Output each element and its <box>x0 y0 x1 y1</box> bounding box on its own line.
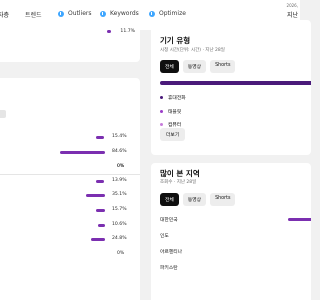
card-title: 기기 유형 <box>160 36 191 45</box>
region-name: 대한민국 <box>160 218 178 223</box>
divider <box>0 174 140 175</box>
legend-dot <box>160 110 163 113</box>
date-year: 2026, <box>286 3 298 8</box>
tab-videos[interactable]: 동영상 <box>182 193 207 206</box>
tab-shorts[interactable]: Shorts <box>210 193 236 206</box>
left-main-card <box>0 78 140 300</box>
bar <box>107 30 111 33</box>
device-type-card: 기기 유형 시청 시간(단위: 시간) · 지난 28일 전체 동영상 Shor… <box>151 20 311 155</box>
region-bar <box>288 218 311 221</box>
tab-shorts[interactable]: Shorts <box>210 60 236 73</box>
bar <box>96 209 105 212</box>
left-chip-stub <box>0 110 6 118</box>
more-button[interactable]: 더보기 <box>160 128 186 141</box>
tab-all[interactable]: 전체 <box>160 193 179 206</box>
card-subtitle: 조회수 · 지난 28일 <box>160 180 197 185</box>
card-subtitle: 시청 시간(단위: 시간) · 지난 28일 <box>160 48 225 53</box>
region-name: 인도 <box>160 234 169 239</box>
bar <box>91 238 105 241</box>
tab-outliers[interactable]: Outliers <box>58 10 92 17</box>
region-name: 파키스탄 <box>160 266 178 271</box>
tab-keywords[interactable]: Keywords <box>100 10 139 17</box>
legend-dot <box>160 123 163 126</box>
card-title: 많이 본 지역 <box>160 169 200 178</box>
keywords-icon <box>100 10 106 17</box>
legend-dot <box>160 96 163 99</box>
device-share-bar <box>160 81 311 85</box>
nav-label: Optimize <box>159 10 186 17</box>
region-tabs: 전체 동영상 Shorts <box>160 193 236 206</box>
bar <box>96 180 104 183</box>
nav-label: Outliers <box>68 10 92 17</box>
tab-all[interactable]: 전체 <box>160 60 179 73</box>
legend-label: 휴대전화 <box>168 96 186 101</box>
date-range-selector[interactable]: 2026, 지난 <box>287 3 298 19</box>
row-percent: 11.7% <box>120 28 135 34</box>
bar <box>98 224 105 227</box>
legend-item: 태블릿 <box>160 108 181 115</box>
legend-label: 컴퓨터 <box>168 123 182 128</box>
region-name: 아르헨티나 <box>160 250 183 255</box>
date-label: 지난 <box>286 12 298 19</box>
legend-item: 휴대전화 <box>160 94 186 101</box>
tab-videos[interactable]: 동영상 <box>182 60 207 73</box>
tab-trends[interactable]: 트렌드 <box>25 10 42 19</box>
outliers-icon <box>58 10 64 17</box>
nav-label: 자층 <box>0 12 10 19</box>
tab-demographics[interactable]: 자층 <box>0 10 9 19</box>
nav-label: Keywords <box>110 10 139 17</box>
tab-optimize[interactable]: Optimize <box>149 10 186 17</box>
bar <box>60 151 105 154</box>
optimize-icon <box>149 10 155 17</box>
legend-label: 태블릿 <box>168 110 182 115</box>
device-tabs: 전체 동영상 Shorts <box>160 60 236 73</box>
left-top-card: 11.7% <box>0 20 140 62</box>
legend-item: 컴퓨터 <box>160 121 181 128</box>
top-regions-card: 많이 본 지역 조회수 · 지난 28일 전체 동영상 Shorts 대한민국 … <box>151 163 311 300</box>
bar <box>96 136 104 139</box>
nav-label: 트렌드 <box>25 12 42 19</box>
bar <box>86 194 105 197</box>
